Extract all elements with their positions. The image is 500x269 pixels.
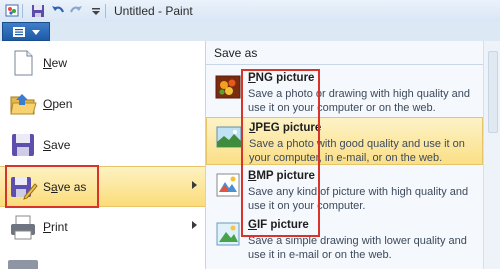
- partial-menu-icon: [8, 260, 38, 269]
- paint-app-icon: [5, 4, 19, 17]
- new-document-icon: [14, 50, 33, 76]
- menu-item-label: Print: [43, 220, 68, 234]
- format-title: JPEG picture: [249, 122, 322, 134]
- file-menu-icon: [13, 27, 25, 37]
- menu-item-label: Save: [43, 138, 71, 152]
- format-description: Save a simple drawing with lower quality…: [248, 235, 467, 261]
- save-icon[interactable]: [30, 3, 46, 19]
- redo-icon[interactable]: [68, 3, 84, 19]
- submenu-header: Save as: [206, 44, 500, 65]
- menu-item-label: New: [43, 56, 68, 70]
- save-disk-icon: [12, 134, 34, 156]
- menu-item-label: Open: [43, 97, 73, 111]
- format-description: Save a photo or drawing with high qualit…: [248, 88, 470, 114]
- window-title: Untitled - Paint: [114, 4, 193, 18]
- gif-picture-icon: [216, 222, 240, 246]
- format-description: Save any kind of picture with high quali…: [248, 186, 469, 212]
- menu-item-new[interactable]: New: [0, 43, 205, 84]
- save-as-gif[interactable]: GIF picture Save a simple drawing with l…: [206, 215, 483, 263]
- chevron-right-icon: [192, 181, 197, 189]
- undo-icon[interactable]: [50, 3, 66, 19]
- open-folder-icon: [10, 94, 37, 115]
- right-edge-panel: [483, 41, 500, 269]
- save-as-jpeg[interactable]: JPEG picture Save a photo with good qual…: [206, 117, 483, 165]
- menu-item-label: Save as: [43, 180, 87, 194]
- scroll-thumb[interactable]: [488, 51, 498, 133]
- format-title: PNG picture: [248, 72, 315, 84]
- printer-icon: [11, 215, 35, 240]
- title-bar: Untitled - Paint: [0, 0, 500, 23]
- format-description: Save a photo with good quality and use i…: [249, 138, 465, 164]
- customize-toolbar-icon[interactable]: [88, 3, 104, 19]
- bmp-picture-icon: [216, 173, 240, 197]
- chevron-down-icon: [32, 30, 40, 35]
- menu-item-save[interactable]: Save: [0, 125, 205, 166]
- submenu-title: Save as: [214, 46, 258, 60]
- format-title: GIF picture: [248, 219, 309, 231]
- save-as-bmp[interactable]: BMP picture Save any kind of picture wit…: [206, 166, 483, 214]
- save-as-icon: [11, 177, 38, 200]
- jpeg-picture-icon: [216, 126, 242, 148]
- file-menu-button[interactable]: [2, 22, 50, 41]
- save-as-png[interactable]: PNG picture Save a photo or drawing with…: [206, 68, 483, 116]
- ribbon-bar: [0, 22, 500, 41]
- format-title: BMP picture: [248, 170, 315, 182]
- menu-item-print[interactable]: Print: [0, 207, 205, 248]
- chevron-right-icon: [192, 221, 197, 229]
- menu-item-save-as[interactable]: Save as: [0, 166, 205, 207]
- png-picture-icon: [215, 75, 241, 99]
- menu-item-open[interactable]: Open: [0, 84, 205, 125]
